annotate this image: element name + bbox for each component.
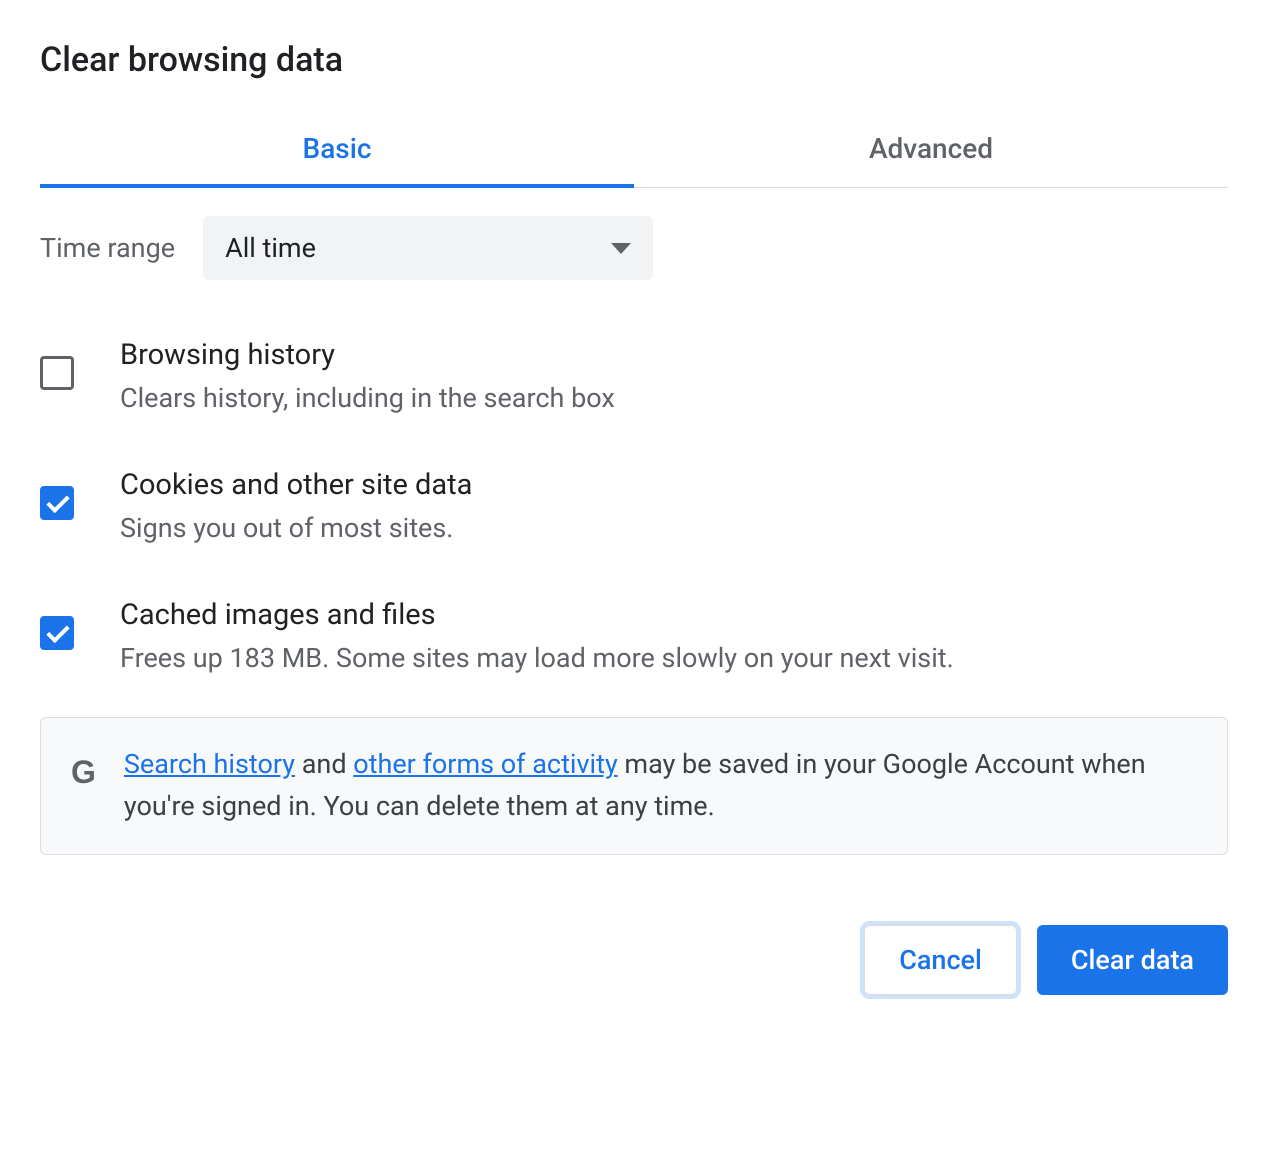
tab-basic[interactable]: Basic <box>40 110 634 187</box>
dialog-title: Clear browsing data <box>40 40 1228 80</box>
other-activity-link[interactable]: other forms of activity <box>353 748 617 780</box>
time-range-value: All time <box>225 232 316 264</box>
info-text: Search history and other forms of activi… <box>124 744 1197 828</box>
tab-advanced[interactable]: Advanced <box>634 110 1228 187</box>
time-range-row: Time range All time <box>40 216 1228 280</box>
options-list: Browsing history Clears history, includi… <box>40 338 1228 677</box>
checkbox-cache[interactable] <box>40 616 74 650</box>
checkbox-browsing-history[interactable] <box>40 356 74 390</box>
option-cache: Cached images and files Frees up 183 MB.… <box>40 598 1228 678</box>
dialog-actions: Cancel Clear data <box>40 925 1228 995</box>
chevron-down-icon <box>611 243 631 254</box>
option-desc: Signs you out of most sites. <box>120 510 1228 548</box>
option-text: Cached images and files Frees up 183 MB.… <box>120 598 1228 678</box>
option-desc: Clears history, including in the search … <box>120 380 1228 418</box>
tabs: Basic Advanced <box>40 110 1228 188</box>
option-text: Browsing history Clears history, includi… <box>120 338 1228 418</box>
cancel-button[interactable]: Cancel <box>864 925 1017 995</box>
time-range-dropdown[interactable]: All time <box>203 216 653 280</box>
search-history-link[interactable]: Search history <box>124 748 295 780</box>
option-cookies: Cookies and other site data Signs you ou… <box>40 468 1228 548</box>
option-desc: Frees up 183 MB. Some sites may load mor… <box>120 640 1228 678</box>
option-title: Cached images and files <box>120 598 1228 632</box>
clear-browsing-data-dialog: Clear browsing data Basic Advanced Time … <box>0 0 1268 1035</box>
info-text-part: and <box>295 748 353 780</box>
option-title: Browsing history <box>120 338 1228 372</box>
google-icon: G <box>71 754 96 791</box>
checkbox-cookies[interactable] <box>40 486 74 520</box>
time-range-label: Time range <box>40 232 175 264</box>
clear-data-button[interactable]: Clear data <box>1037 925 1228 995</box>
info-box: G Search history and other forms of acti… <box>40 717 1228 855</box>
option-browsing-history: Browsing history Clears history, includi… <box>40 338 1228 418</box>
option-text: Cookies and other site data Signs you ou… <box>120 468 1228 548</box>
option-title: Cookies and other site data <box>120 468 1228 502</box>
